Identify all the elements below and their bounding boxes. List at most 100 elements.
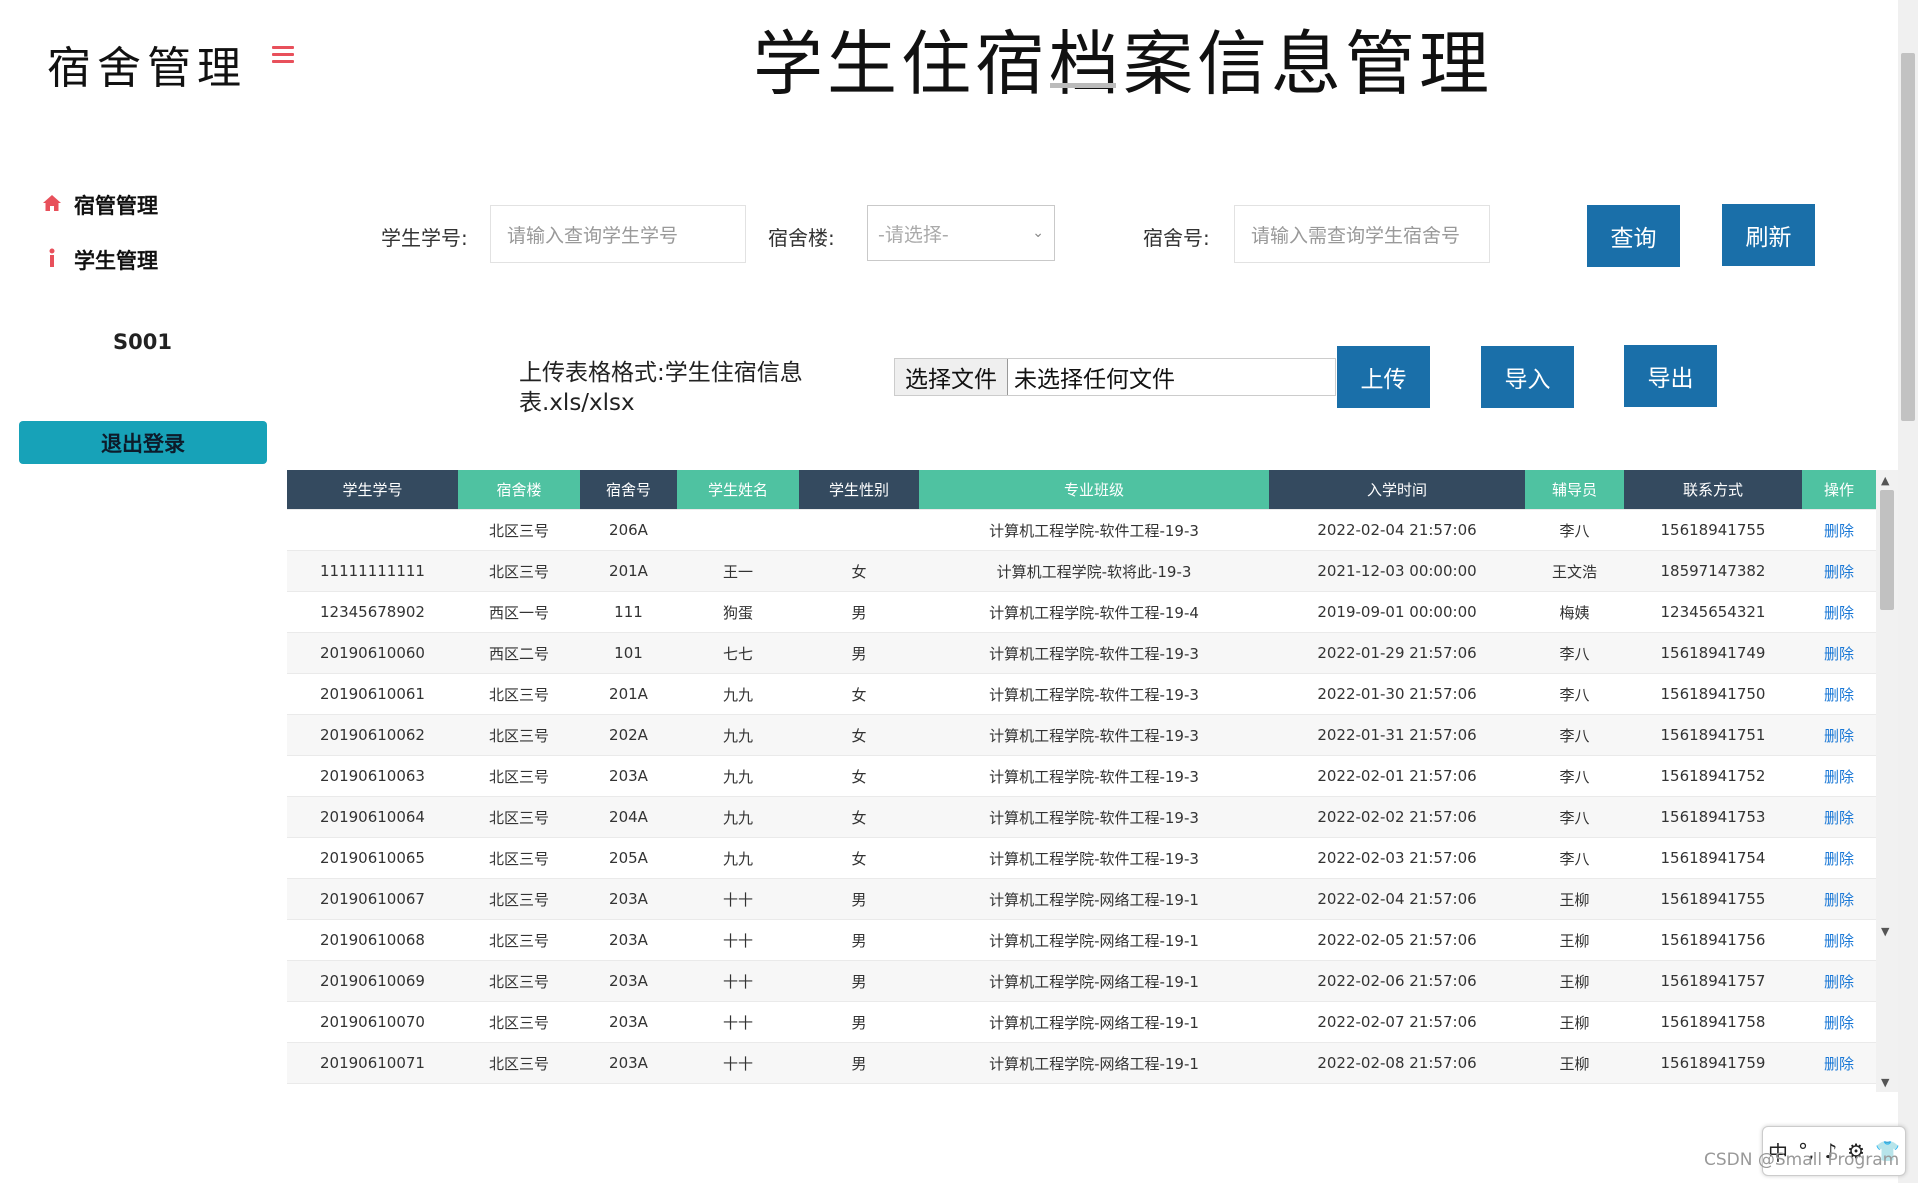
room-cell: 203A <box>580 1042 677 1084</box>
major-class-cell: 计算机工程学院-软将此-19-3 <box>919 550 1269 592</box>
query-button[interactable]: 查询 <box>1587 205 1680 267</box>
phone-cell: 15618941753 <box>1624 796 1802 838</box>
upload-format-label: 上传表格格式:学生住宿信息表.xls/xlsx <box>519 360 803 416</box>
name-cell: 十十 <box>677 878 799 920</box>
room-cell: 203A <box>580 755 677 797</box>
table-row: 20190610064 北区三号 204A 九九女计算机工程学院-软件工程-19-3 2… <box>287 796 1876 838</box>
action-cell: 删除 <box>1802 960 1876 1002</box>
sidebar-item-student-manager[interactable]: 学生管理 <box>40 245 158 275</box>
delete-link[interactable]: 删除 <box>1824 604 1854 622</box>
gender-cell: 女 <box>799 550 919 592</box>
student-id-cell: 20190610060 <box>287 632 458 674</box>
building-cell: 北区三号 <box>458 878 580 920</box>
logout-button[interactable]: 退出登录 <box>19 421 267 464</box>
action-cell: 删除 <box>1802 919 1876 961</box>
sidebar-item-dorm-manager[interactable]: 宿管管理 <box>40 190 158 220</box>
student-id-cell: 20190610065 <box>287 837 458 879</box>
room-cell: 202A <box>580 714 677 756</box>
table-body: 北区三号 206A 计算机工程学院-软件工程-19-3 2022-02-04 21:5… <box>287 509 1876 1092</box>
page-title: 学生住宿档案信息管理 <box>753 23 1493 105</box>
student-id-cell: 20190610061 <box>287 673 458 715</box>
student-id-cell: 12345678902 <box>287 591 458 633</box>
room-cell: 101 <box>580 632 677 674</box>
phone-cell: 15618941749 <box>1624 632 1802 674</box>
delete-link[interactable]: 删除 <box>1824 1055 1854 1073</box>
counselor-cell: 李八 <box>1525 714 1624 756</box>
phone-cell: 15618941754 <box>1624 837 1802 879</box>
delete-link[interactable]: 删除 <box>1824 727 1854 745</box>
phone-cell: 18597147382 <box>1624 550 1802 592</box>
scroll-down-arrow-icon[interactable]: ▼ <box>1881 925 1889 938</box>
table-row: 20190610060 西区二号 101 七七男计算机工程学院-软件工程-19-3 20… <box>287 632 1876 674</box>
major-class-cell: 计算机工程学院-软件工程-19-3 <box>919 796 1269 838</box>
table-row: 20190610067 北区三号 203A 十十男计算机工程学院-网络工程-19-1 2… <box>287 878 1876 920</box>
room-cell: 203A <box>580 1001 677 1043</box>
scroll-down-arrow-icon[interactable]: ▼ <box>1881 1076 1889 1089</box>
action-cell: 删除 <box>1802 1042 1876 1084</box>
delete-link[interactable]: 删除 <box>1824 973 1854 991</box>
building-label: 宿舍楼: <box>768 226 835 250</box>
phone-cell: 15618941756 <box>1624 919 1802 961</box>
enroll-time-cell: 2019-09-01 00:00:00 <box>1269 591 1525 633</box>
building-cell: 北区三号 <box>458 673 580 715</box>
major-class-cell: 计算机工程学院-网络工程-19-1 <box>919 878 1269 920</box>
delete-link[interactable]: 删除 <box>1824 522 1854 540</box>
student-id-cell: 20190610069 <box>287 960 458 1002</box>
major-class-cell: 计算机工程学院-软件工程-19-3 <box>919 755 1269 797</box>
delete-link[interactable]: 删除 <box>1824 686 1854 704</box>
table-row: 11111111111 北区三号 201A 王一女计算机工程学院-软将此-19-3 20… <box>287 550 1876 592</box>
student-id-cell: 20190710001 <box>287 1083 458 1092</box>
info-icon <box>40 248 64 273</box>
hamburger-menu-icon[interactable] <box>272 46 294 64</box>
phone-cell: 19863706106 <box>1624 1083 1802 1092</box>
export-button[interactable]: 导出 <box>1624 345 1717 407</box>
building-select[interactable]: -请选择- ⌄ <box>867 205 1055 261</box>
upload-button[interactable]: 上传 <box>1337 346 1430 408</box>
action-cell: 删除 <box>1802 509 1876 551</box>
file-input[interactable]: 选择文件 未选择任何文件 <box>894 358 1336 396</box>
choose-file-button[interactable]: 选择文件 <box>895 359 1008 395</box>
delete-link[interactable]: 删除 <box>1824 809 1854 827</box>
room-input[interactable]: 请输入需查询学生宿舍号 <box>1234 205 1490 263</box>
action-cell: 删除 <box>1802 878 1876 920</box>
delete-link[interactable]: 删除 <box>1824 563 1854 581</box>
student-id-label: 学生学号: <box>381 226 468 250</box>
name-cell: 十十 <box>677 1001 799 1043</box>
gender-cell: 男 <box>799 1083 919 1092</box>
column-header: 联系方式 <box>1624 470 1802 510</box>
student-id-cell: 20190610070 <box>287 1001 458 1043</box>
delete-link[interactable]: 删除 <box>1824 1014 1854 1032</box>
sidebar-item-label: 宿管管理 <box>74 194 158 218</box>
page-scrollbar-thumb[interactable] <box>1901 53 1915 421</box>
action-cell: 删除 <box>1802 632 1876 674</box>
table-row: 20190610069 北区三号 203A 十十男计算机工程学院-网络工程-19-1 2… <box>287 960 1876 1002</box>
enroll-time-cell: 2022-01-29 21:57:06 <box>1269 632 1525 674</box>
table-row: 20190610062 北区三号 202A 九九女计算机工程学院-软件工程-19-3 2… <box>287 714 1876 756</box>
student-id-cell: 20190610067 <box>287 878 458 920</box>
home-icon <box>40 193 64 217</box>
student-id-cell: 11111111111 <box>287 550 458 592</box>
student-id-input[interactable]: 请输入查询学生学号 <box>490 205 746 263</box>
gender-cell: 女 <box>799 837 919 879</box>
delete-link[interactable]: 删除 <box>1824 850 1854 868</box>
table-scrollbar-thumb[interactable] <box>1880 490 1894 610</box>
import-button[interactable]: 导入 <box>1481 346 1574 408</box>
delete-link[interactable]: 删除 <box>1824 932 1854 950</box>
column-header: 操作 <box>1802 470 1876 510</box>
gender-cell: 女 <box>799 796 919 838</box>
student-table: 学生学号 宿舍楼 宿舍号 学生姓名 学生性别 专业班级 入学时间 辅导员 联系方… <box>287 470 1876 1092</box>
enroll-time-cell: 2022-02-03 21:57:06 <box>1269 837 1525 879</box>
table-header-row: 学生学号 宿舍楼 宿舍号 学生姓名 学生性别 专业班级 入学时间 辅导员 联系方… <box>287 470 1876 510</box>
name-cell: 王一 <box>677 550 799 592</box>
enroll-time-cell: 2022-02-06 21:57:06 <box>1269 960 1525 1002</box>
refresh-button[interactable]: 刷新 <box>1722 204 1815 266</box>
phone-cell: 15618941752 <box>1624 755 1802 797</box>
table-row: 12345678902 西区一号 111 狗蛋男计算机工程学院-软件工程-19-4 20… <box>287 591 1876 633</box>
table-row: 北区三号 206A 计算机工程学院-软件工程-19-3 2022-02-04 21:5… <box>287 509 1876 551</box>
student-id-cell: 20190610071 <box>287 1042 458 1084</box>
delete-link[interactable]: 删除 <box>1824 645 1854 663</box>
scroll-up-arrow-icon[interactable]: ▲ <box>1881 474 1889 487</box>
delete-link[interactable]: 删除 <box>1824 891 1854 909</box>
counselor-cell: 李八 <box>1525 509 1624 551</box>
delete-link[interactable]: 删除 <box>1824 768 1854 786</box>
